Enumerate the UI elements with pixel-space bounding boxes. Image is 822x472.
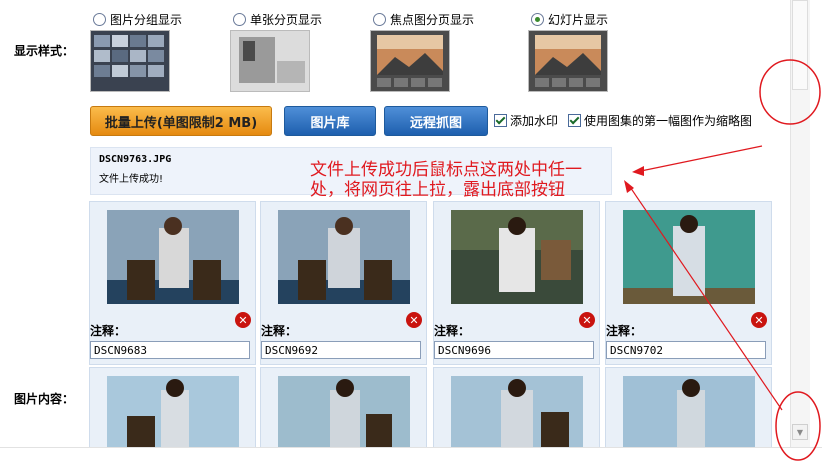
- delete-icon[interactable]: ✕: [235, 312, 251, 328]
- radio-focus-page[interactable]: 焦点图分页显示: [373, 11, 474, 28]
- watermark-checkbox[interactable]: 添加水印: [494, 112, 558, 129]
- radio-slideshow[interactable]: 幻灯片显示: [531, 11, 608, 28]
- radio-label: 幻灯片显示: [548, 13, 609, 27]
- scrollbar-thumb[interactable]: [792, 0, 808, 90]
- preview-single-thumbnail[interactable]: [230, 30, 310, 92]
- image-item: [260, 367, 427, 448]
- image-item: [433, 367, 600, 448]
- slideshow-preview-icon: [529, 31, 607, 91]
- radio-label: 焦点图分页显示: [390, 13, 475, 27]
- annotation-text: 文件上传成功后鼠标点这两处中任一处，将网页往上拉，露出底部按钮: [310, 160, 582, 200]
- display-style-label: 显示样式：: [14, 44, 75, 58]
- radio-button[interactable]: [233, 13, 246, 26]
- radio-button[interactable]: [531, 13, 544, 26]
- radio-group-display[interactable]: 图片分组显示: [93, 11, 182, 28]
- remote-fetch-button[interactable]: 远程抓图: [384, 106, 488, 136]
- radio-single-page[interactable]: 单张分页显示: [233, 11, 322, 28]
- delete-icon[interactable]: ✕: [406, 312, 422, 328]
- preview-group-thumbnail[interactable]: [90, 30, 170, 92]
- upload-filename: DSCN9763.JPG: [99, 154, 172, 165]
- caption-input[interactable]: [261, 341, 421, 359]
- note-label: 注释：: [261, 324, 298, 338]
- photo-thumbnail[interactable]: [451, 376, 583, 448]
- photo-thumbnail[interactable]: [278, 376, 410, 448]
- preview-focus-thumbnail[interactable]: [370, 30, 450, 92]
- vertical-scrollbar[interactable]: ▼: [790, 0, 810, 447]
- first-as-thumb-checkbox[interactable]: 使用图集的第一幅图作为缩略图: [568, 112, 752, 129]
- image-item: [89, 367, 256, 448]
- upload-message: 文件上传成功!: [99, 174, 164, 185]
- caption-input[interactable]: [606, 341, 766, 359]
- caption-input[interactable]: [90, 341, 250, 359]
- checkbox-box[interactable]: [568, 114, 581, 127]
- focus-preview-icon: [371, 31, 449, 91]
- divider: [0, 447, 822, 448]
- batch-upload-button[interactable]: 批量上传(单图限制2 MB): [90, 106, 272, 136]
- image-item: 注释： ✕: [89, 201, 256, 365]
- image-item: [605, 367, 772, 448]
- delete-icon[interactable]: ✕: [751, 312, 767, 328]
- arrowhead-top: [632, 166, 644, 176]
- image-item: 注释： ✕: [605, 201, 772, 365]
- radio-button[interactable]: [373, 13, 386, 26]
- photo-thumbnail[interactable]: [623, 376, 755, 448]
- preview-slideshow-thumbnail[interactable]: [528, 30, 608, 92]
- radio-label: 单张分页显示: [250, 13, 323, 27]
- arrowhead-bottom: [624, 180, 634, 193]
- radio-button[interactable]: [93, 13, 106, 26]
- note-label: 注释：: [90, 324, 127, 338]
- image-item: 注释： ✕: [260, 201, 427, 365]
- annotation-arrow-top: [635, 145, 763, 173]
- photo-thumbnail[interactable]: [623, 210, 755, 304]
- delete-icon[interactable]: ✕: [579, 312, 595, 328]
- image-content-label: 图片内容：: [14, 392, 75, 406]
- photo-thumbnail[interactable]: [107, 210, 239, 304]
- note-label: 注释：: [606, 324, 643, 338]
- checkbox-label: 使用图集的第一幅图作为缩略图: [584, 114, 753, 128]
- note-label: 注释：: [434, 324, 471, 338]
- checkbox-label: 添加水印: [510, 114, 559, 128]
- grid-preview-icon: [94, 35, 164, 77]
- scroll-down-icon[interactable]: ▼: [792, 424, 808, 440]
- caption-input[interactable]: [434, 341, 594, 359]
- image-item: 注释： ✕: [433, 201, 600, 365]
- checkbox-box[interactable]: [494, 114, 507, 127]
- photo-thumbnail[interactable]: [451, 210, 583, 304]
- photo-thumbnail[interactable]: [107, 376, 239, 448]
- single-preview-icon: [231, 31, 309, 91]
- photo-thumbnail[interactable]: [278, 210, 410, 304]
- radio-label: 图片分组显示: [110, 13, 183, 27]
- gallery-button[interactable]: 图片库: [284, 106, 376, 136]
